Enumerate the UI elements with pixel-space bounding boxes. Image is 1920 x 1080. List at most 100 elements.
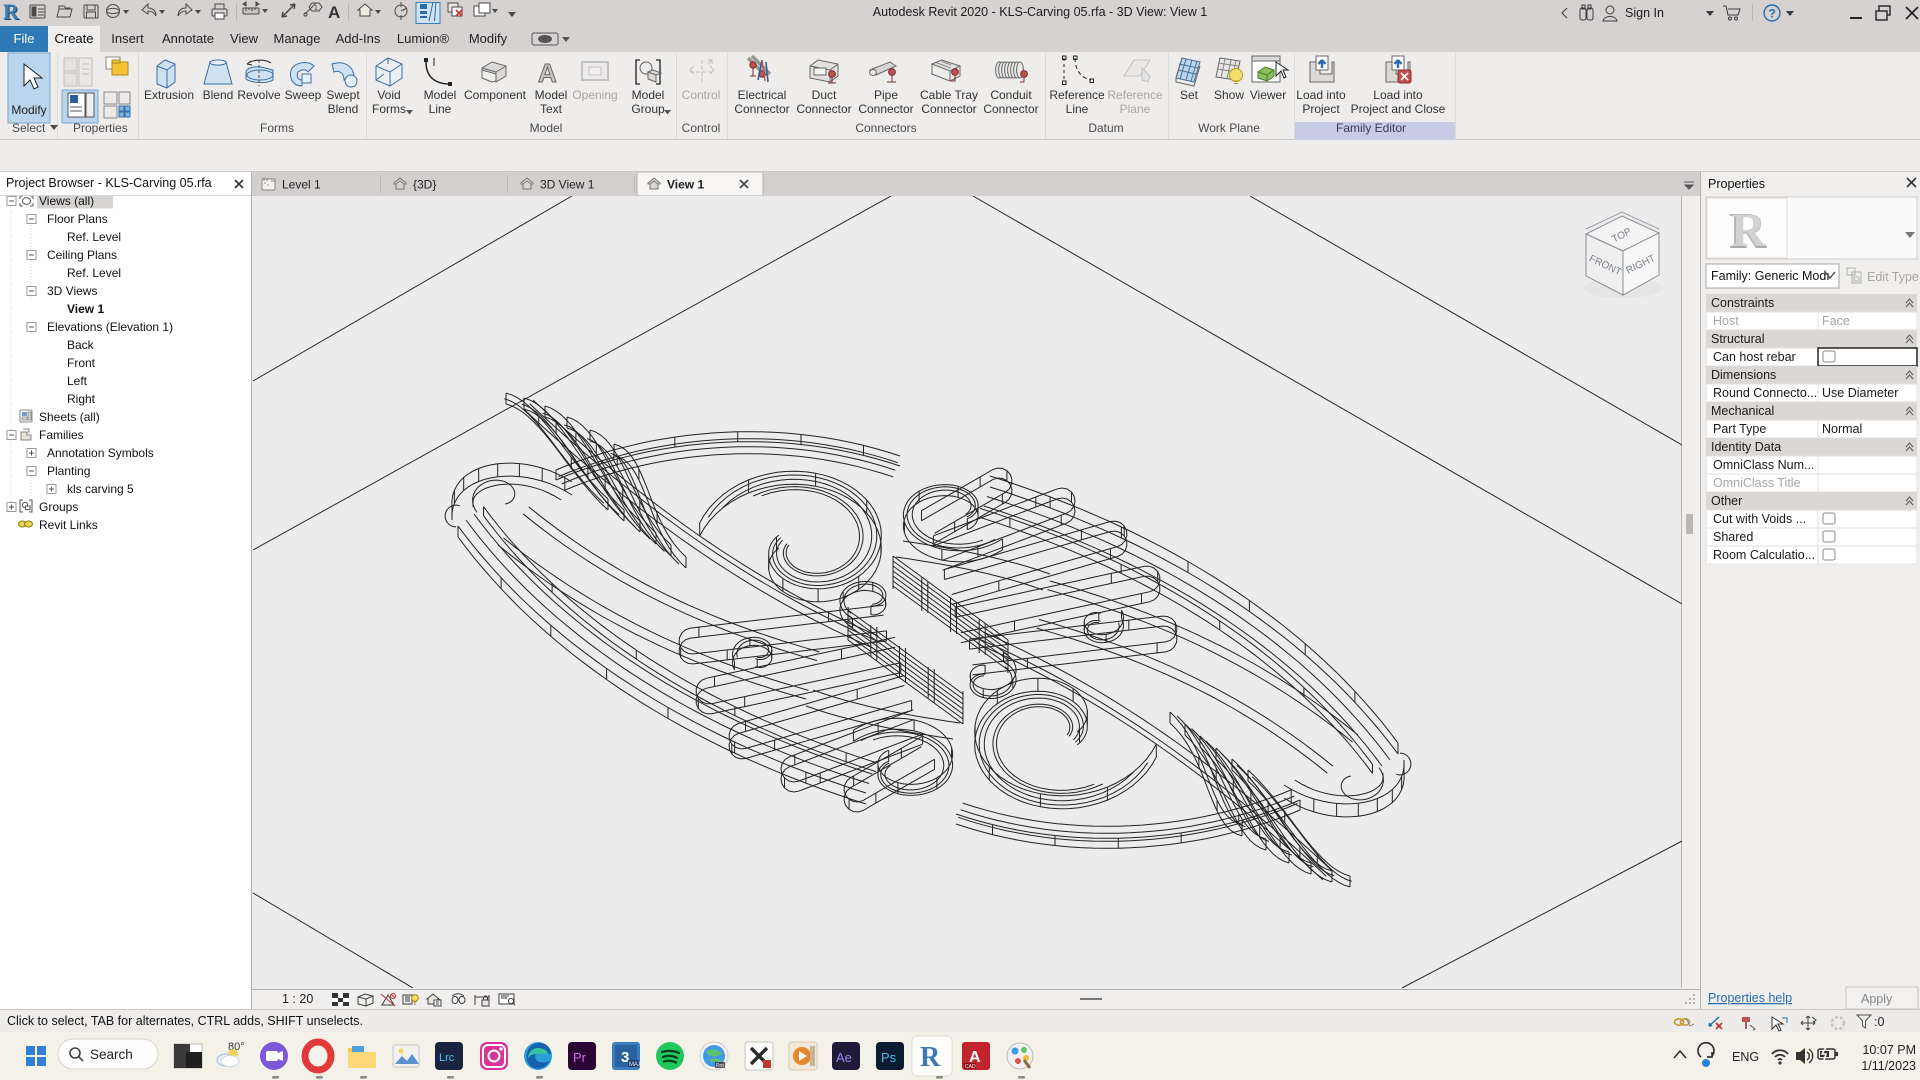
svg-text:?: ? (1769, 7, 1776, 21)
svg-text:Properties help: Properties help (1708, 991, 1792, 1005)
svg-text:Room Calculatio...: Room Calculatio... (1713, 548, 1815, 562)
svg-text:Load into: Load into (1373, 88, 1423, 102)
svg-text:Connector: Connector (983, 102, 1038, 116)
svg-text:Family Editor: Family Editor (1336, 121, 1406, 135)
svg-text:Connector: Connector (858, 102, 913, 116)
svg-text:Normal: Normal (1822, 422, 1862, 436)
svg-text:MAX: MAX (629, 1062, 642, 1068)
svg-text:Line: Line (1066, 102, 1089, 116)
svg-text:Text: Text (540, 102, 563, 116)
svg-text:Planting: Planting (47, 464, 90, 478)
svg-text:3D Views: 3D Views (47, 284, 97, 298)
svg-text:Can host rebar: Can host rebar (1713, 350, 1796, 364)
svg-text:Floor Plans: Floor Plans (47, 212, 108, 226)
svg-text:Identity Data: Identity Data (1711, 440, 1781, 454)
svg-text:Viewer: Viewer (1250, 88, 1286, 102)
svg-text:R: R (1731, 204, 1767, 257)
svg-text:A: A (538, 58, 557, 88)
svg-text:Shared: Shared (1713, 530, 1753, 544)
svg-text:Void: Void (377, 88, 400, 102)
svg-text:Face: Face (1822, 314, 1850, 328)
svg-text:{3D}: {3D} (413, 178, 436, 192)
svg-text:Plane: Plane (1120, 102, 1151, 116)
svg-text:Sign In: Sign In (1625, 6, 1664, 20)
svg-text:Properties: Properties (1708, 177, 1765, 191)
svg-text:Elevations (Elevation 1): Elevations (Elevation 1) (47, 320, 173, 334)
svg-text:Cable Tray: Cable Tray (920, 88, 978, 102)
svg-text:Reference: Reference (1107, 88, 1163, 102)
svg-text:Control: Control (682, 88, 721, 102)
svg-text:Conduit: Conduit (990, 88, 1032, 102)
svg-text:Duct: Duct (812, 88, 837, 102)
svg-text:CAD: CAD (965, 1064, 976, 1070)
svg-text:Constraints: Constraints (1711, 296, 1774, 310)
svg-text:Model: Model (632, 88, 665, 102)
svg-text:Ceiling Plans: Ceiling Plans (47, 248, 117, 262)
svg-text:Host: Host (1713, 314, 1739, 328)
svg-text:View 1: View 1 (67, 302, 104, 316)
svg-text:Select: Select (12, 121, 46, 135)
svg-text:Swept: Swept (326, 88, 360, 102)
svg-text:Mechanical: Mechanical (1711, 404, 1774, 418)
svg-text:Pipe: Pipe (874, 88, 898, 102)
svg-text:Forms: Forms (260, 121, 294, 135)
svg-text:Blend: Blend (328, 102, 359, 116)
svg-text:Annotation Symbols: Annotation Symbols (47, 446, 154, 460)
svg-text:ENG: ENG (1732, 1050, 1759, 1064)
svg-text:1/11/2023: 1/11/2023 (1861, 1059, 1916, 1073)
svg-text:Extrusion: Extrusion (144, 88, 194, 102)
svg-text:Connector: Connector (734, 102, 789, 116)
svg-text:Ref. Level: Ref. Level (67, 266, 121, 280)
svg-text:Group: Group (631, 102, 665, 116)
svg-text:R: R (920, 1042, 941, 1073)
svg-text:Families: Families (39, 428, 84, 442)
svg-text:Round Connecto...: Round Connecto... (1713, 386, 1817, 400)
svg-text:Reference: Reference (1049, 88, 1105, 102)
svg-text:R: R (3, 0, 20, 24)
svg-text:Pr: Pr (573, 1050, 587, 1065)
svg-text:Connector: Connector (796, 102, 851, 116)
svg-text:Front: Front (67, 356, 96, 370)
svg-text:10:07 PM: 10:07 PM (1862, 1043, 1916, 1057)
svg-text:Cut with Voids ...: Cut with Voids ... (1713, 512, 1806, 526)
svg-text:Modify: Modify (11, 103, 46, 117)
svg-text:Revolve: Revolve (237, 88, 281, 102)
svg-text:Pro: Pro (716, 1063, 724, 1069)
svg-text:Load into: Load into (1296, 88, 1346, 102)
svg-text:Electrical: Electrical (738, 88, 787, 102)
svg-text:View 1: View 1 (667, 178, 704, 192)
svg-text:Search: Search (90, 1047, 133, 1062)
svg-text:Sweep: Sweep (285, 88, 322, 102)
svg-text:Structural: Structural (1711, 332, 1765, 346)
svg-text:Model: Model (530, 121, 563, 135)
svg-text:Set: Set (1180, 88, 1199, 102)
svg-text:Model: Model (424, 88, 457, 102)
svg-text:Work Plane: Work Plane (1198, 121, 1260, 135)
svg-text:Other: Other (1711, 494, 1742, 508)
svg-text:Left: Left (67, 374, 88, 388)
svg-text:Ae: Ae (836, 1050, 852, 1065)
svg-text:Edit Type: Edit Type (1867, 270, 1919, 284)
svg-text:Show: Show (1214, 88, 1244, 102)
svg-text:OmniClass Title: OmniClass Title (1713, 476, 1801, 490)
svg-text:Control: Control (682, 121, 721, 135)
svg-text:Project: Project (1302, 102, 1340, 116)
svg-text:Connector: Connector (921, 102, 976, 116)
svg-text:3D View 1: 3D View 1 (540, 178, 595, 192)
svg-text:Lrc: Lrc (439, 1052, 455, 1064)
svg-text:Properties: Properties (73, 121, 128, 135)
svg-text::0: :0 (1874, 1015, 1884, 1029)
svg-text:Views (all): Views (all) (39, 196, 94, 208)
svg-text:Use Diameter: Use Diameter (1822, 386, 1898, 400)
svg-text:Ref. Level: Ref. Level (67, 230, 121, 244)
svg-text:Datum: Datum (1088, 121, 1123, 135)
svg-text:Back: Back (67, 338, 95, 352)
svg-text:Project and Close: Project and Close (1351, 102, 1446, 116)
svg-text:Ps: Ps (881, 1050, 897, 1065)
svg-text:Part Type: Part Type (1713, 422, 1766, 436)
svg-text:Family: Generic Modı: Family: Generic Modı (1711, 269, 1830, 283)
svg-text:OmniClass Num...: OmniClass Num... (1713, 458, 1814, 472)
svg-text:Apply: Apply (1861, 992, 1893, 1006)
svg-text:Revit Links: Revit Links (39, 518, 98, 532)
svg-text:kls carving 5: kls carving 5 (67, 482, 134, 496)
